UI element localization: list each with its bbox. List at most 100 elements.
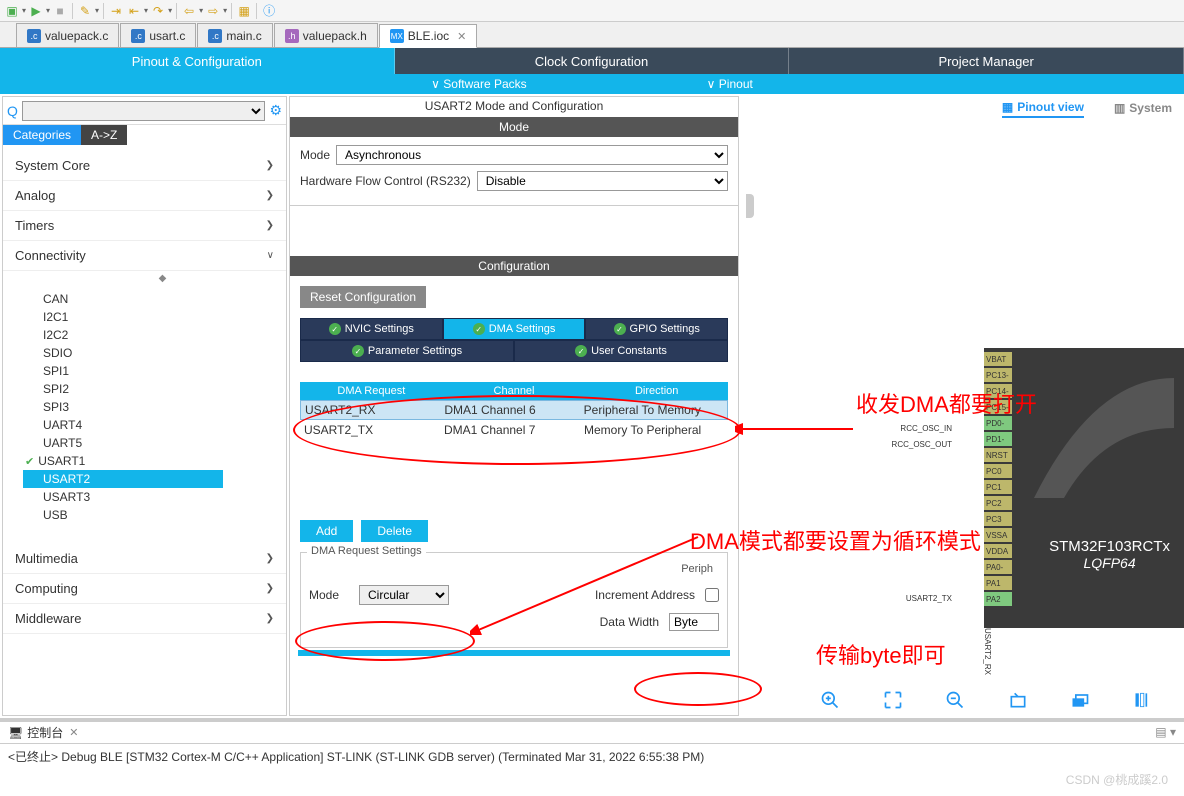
periph-can[interactable]: CAN [39,290,286,308]
step3-icon[interactable]: ↷ [150,3,166,19]
gear-icon[interactable]: ⚙ [269,102,282,119]
cat-system-core[interactable]: System Core❯ [3,151,286,181]
dma-mode-select[interactable]: Circular [359,585,449,605]
config-header: Configuration [290,256,738,276]
close-icon[interactable]: ✕ [69,726,78,739]
zoom-in-icon[interactable] [820,690,840,710]
pin-left[interactable]: PA0- [984,560,1012,574]
periph-usart2[interactable]: USART2 [23,470,223,488]
file-tab-valuepack-h[interactable]: .hvaluepack.h [274,23,378,47]
pin-left[interactable]: PC13- [984,368,1012,382]
file-tab-ble-ioc[interactable]: MXBLE.ioc✕ [379,24,478,48]
tab-pinout-config[interactable]: Pinout & Configuration [0,48,395,74]
fit-icon[interactable] [883,690,903,710]
step2-icon[interactable]: ⇤ [126,3,142,19]
pin-left[interactable]: VBAT [984,352,1012,366]
periph-i2c1[interactable]: I2C1 [39,308,286,326]
console-tab-label[interactable]: 控制台 [27,724,63,741]
tab-categories[interactable]: Categories [3,125,81,145]
tab-nvic[interactable]: ✓NVIC Settings [300,318,443,340]
reset-config-button[interactable]: Reset Configuration [300,286,426,308]
pin-left[interactable]: PD1- [984,432,1012,446]
col-dma-request: DMA Request [300,385,443,397]
file-tab-main-c[interactable]: .cmain.c [197,23,272,47]
mode-select[interactable]: Asynchronous [336,145,728,165]
add-button[interactable]: Add [300,520,353,542]
software-packs-menu[interactable]: ∨ Software Packs [431,77,527,91]
tab-param[interactable]: ✓Parameter Settings [300,340,514,362]
file-tab-usart-c[interactable]: .cusart.c [120,23,196,47]
pin-bottom[interactable]: USART2_RX [983,628,992,688]
search-input[interactable] [22,101,266,121]
pin-left[interactable]: VDDA [984,544,1012,558]
pin-left[interactable]: PA2 [984,592,1012,606]
periph-sdio[interactable]: SDIO [39,344,286,362]
cat-multimedia[interactable]: Multimedia❯ [3,544,286,574]
mode-header: Mode [290,117,738,137]
info-icon[interactable]: ⓘ [261,3,277,19]
cat-computing[interactable]: Computing❯ [3,574,286,604]
run-icon[interactable]: ▶ [28,3,44,19]
list-icon[interactable] [1133,690,1153,710]
increment-checkbox[interactable] [705,588,719,602]
pin-left[interactable]: PC14- [984,384,1012,398]
periph-spi1[interactable]: SPI1 [39,362,286,380]
pin-left[interactable]: PC1 [984,480,1012,494]
delete-button[interactable]: Delete [361,520,428,542]
pin-left[interactable]: NRST [984,448,1012,462]
new-icon[interactable]: ▣ [4,3,20,19]
col-channel: Channel [443,385,586,397]
close-icon[interactable]: ✕ [457,30,466,43]
mode2-label: Mode [309,588,349,602]
back-icon[interactable]: ⇦ [181,3,197,19]
cat-connectivity[interactable]: Connectivity∨ [3,241,286,271]
pin-left[interactable]: PA1 [984,576,1012,590]
cat-analog[interactable]: Analog❯ [3,181,286,211]
console-menu-icon[interactable]: ▤ ▾ [1155,725,1176,739]
dma-table: DMA Request Channel Direction USART2_RXD… [300,382,728,440]
tab-gpio[interactable]: ✓GPIO Settings [585,318,728,340]
periph-spi3[interactable]: SPI3 [39,398,286,416]
pin-left[interactable]: PC15- [984,400,1012,414]
dma-row-tx[interactable]: USART2_TXDMA1 Channel 7Memory To Periphe… [300,420,728,440]
data-width-input[interactable] [669,613,719,631]
fwd-icon[interactable]: ⇨ [205,3,221,19]
rotate-icon[interactable] [1008,690,1028,710]
tab-az[interactable]: A->Z [81,125,127,145]
tab-user[interactable]: ✓User Constants [514,340,728,362]
dma-row-rx[interactable]: USART2_RXDMA1 Channel 6Peripheral To Mem… [300,400,728,420]
periph-spi2[interactable]: SPI2 [39,380,286,398]
hw-flow-select[interactable]: Disable [477,171,728,191]
stop-icon[interactable]: ■ [52,3,68,19]
collapse-icon[interactable]: ◆ [39,271,286,290]
zoom-out-icon[interactable] [945,690,965,710]
layers-icon[interactable] [1070,690,1090,710]
pinout-menu[interactable]: ∨ Pinout [707,77,753,91]
top-toolbar: ▣▾ ▶▾ ■ ✎▾ ⇥ ⇤▾ ↷▾ ⇦▾ ⇨▾ ▦ ⓘ [0,0,1184,22]
pin-left[interactable]: VSSA [984,528,1012,542]
pinout-view-button[interactable]: ▦ Pinout view [1002,100,1084,118]
periph-i2c2[interactable]: I2C2 [39,326,286,344]
cat-middleware[interactable]: Middleware❯ [3,604,286,634]
hw-flow-label: Hardware Flow Control (RS232) [300,174,471,188]
periph-usb[interactable]: USB [39,506,286,524]
tab-clock-config[interactable]: Clock Configuration [395,48,790,74]
periph-usart1[interactable]: USART1 [39,452,286,470]
periph-uart5[interactable]: UART5 [39,434,286,452]
usart2-tx-label: USART2_TX [906,594,952,603]
doc-icon[interactable]: ▦ [236,3,252,19]
system-view-button[interactable]: ▥ System [1114,101,1172,117]
periph-usart3[interactable]: USART3 [39,488,286,506]
step-icon[interactable]: ⇥ [108,3,124,19]
file-tab-valuepack-c[interactable]: .cvaluepack.c [16,23,119,47]
pin-left[interactable]: PC3 [984,512,1012,526]
console-icon: 🖥 [8,726,23,740]
pin-left[interactable]: PD0- [984,416,1012,430]
tab-project-manager[interactable]: Project Manager [789,48,1184,74]
tab-dma[interactable]: ✓DMA Settings [443,318,586,340]
pin-left[interactable]: PC2 [984,496,1012,510]
cat-timers[interactable]: Timers❯ [3,211,286,241]
wand-icon[interactable]: ✎ [77,3,93,19]
periph-uart4[interactable]: UART4 [39,416,286,434]
pin-left[interactable]: PC0 [984,464,1012,478]
